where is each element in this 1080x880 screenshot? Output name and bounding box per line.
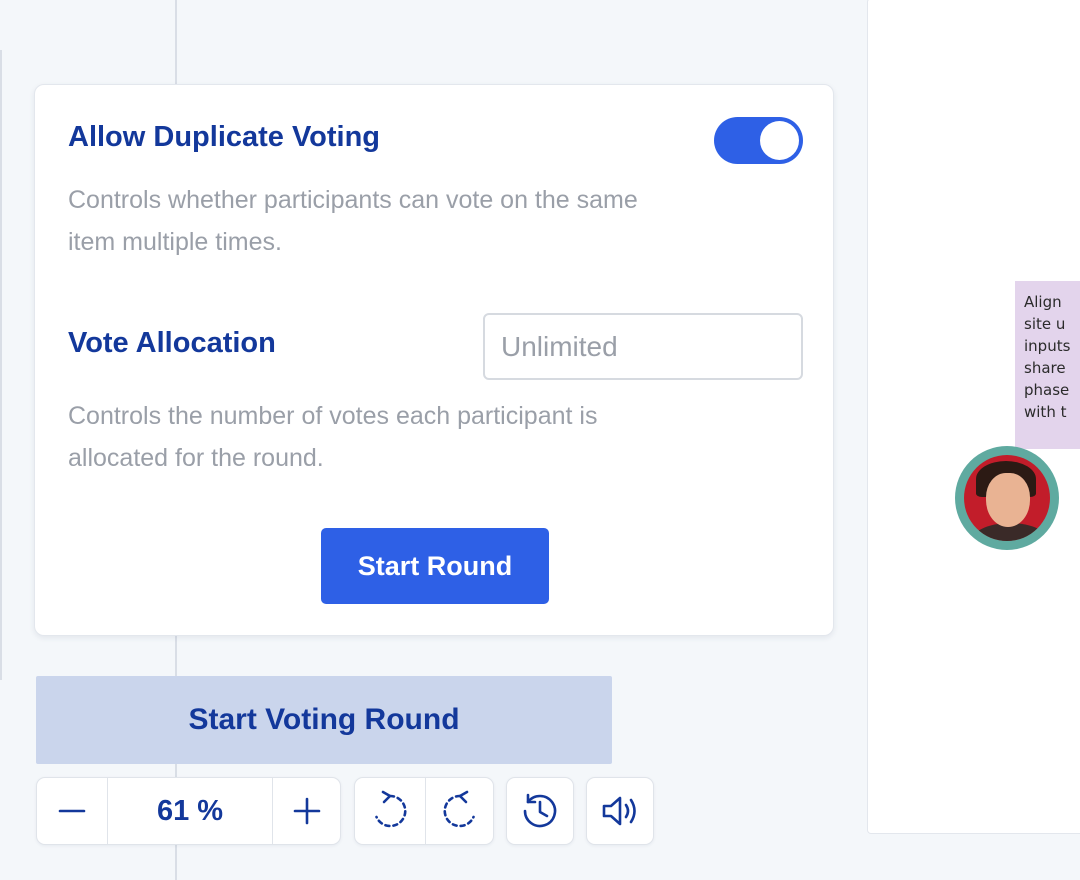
sticky-note-line: share xyxy=(1024,359,1066,377)
voting-settings-card: Allow Duplicate Voting Controls whether … xyxy=(34,84,834,636)
start-voting-round-button[interactable]: Start Voting Round xyxy=(36,676,612,764)
sticky-note-line: Align xyxy=(1024,293,1062,311)
zoom-level[interactable]: 61 % xyxy=(107,778,272,844)
undo-button[interactable] xyxy=(355,778,425,844)
audio-group xyxy=(586,777,654,845)
sticky-note-line: site u xyxy=(1024,315,1066,333)
sticky-note-line: inputs xyxy=(1024,337,1071,355)
duplicate-voting-toggle[interactable] xyxy=(714,117,803,164)
start-round-button[interactable]: Start Round xyxy=(321,528,549,604)
speaker-icon xyxy=(599,790,641,832)
zoom-out-button[interactable] xyxy=(37,778,107,844)
sticky-note[interactable]: Align site u inputs share phase with t xyxy=(1015,281,1080,449)
undo-icon xyxy=(369,790,411,832)
duplicate-voting-description: Controls whether participants can vote o… xyxy=(68,179,638,263)
vote-allocation-title: Vote Allocation xyxy=(68,327,276,359)
plus-icon xyxy=(292,796,322,826)
sticky-note-line: phase xyxy=(1024,381,1070,399)
toggle-knob xyxy=(760,121,799,160)
vote-allocation-description: Controls the number of votes each partic… xyxy=(68,395,597,479)
history-button[interactable] xyxy=(507,778,573,844)
left-edge-line xyxy=(0,50,2,680)
description-line: Controls whether participants can vote o… xyxy=(68,186,638,214)
history-controls xyxy=(354,777,494,845)
avatar-photo xyxy=(964,455,1050,541)
history-icon xyxy=(519,790,561,832)
vote-allocation-input[interactable] xyxy=(483,313,803,380)
participant-avatar[interactable] xyxy=(955,446,1059,550)
description-line: item multiple times. xyxy=(68,228,282,256)
description-line: allocated for the round. xyxy=(68,444,324,472)
history-group xyxy=(506,777,574,845)
redo-button[interactable] xyxy=(425,778,493,844)
description-line: Controls the number of votes each partic… xyxy=(68,402,598,430)
sticky-note-line: with t xyxy=(1024,403,1067,421)
zoom-value: 61 % xyxy=(156,794,224,827)
minus-icon xyxy=(57,796,87,826)
redo-icon xyxy=(439,790,481,832)
zoom-in-button[interactable] xyxy=(272,778,340,844)
audio-button[interactable] xyxy=(587,778,653,844)
zoom-controls: 61 % xyxy=(36,777,341,845)
duplicate-voting-title: Allow Duplicate Voting xyxy=(68,121,381,153)
